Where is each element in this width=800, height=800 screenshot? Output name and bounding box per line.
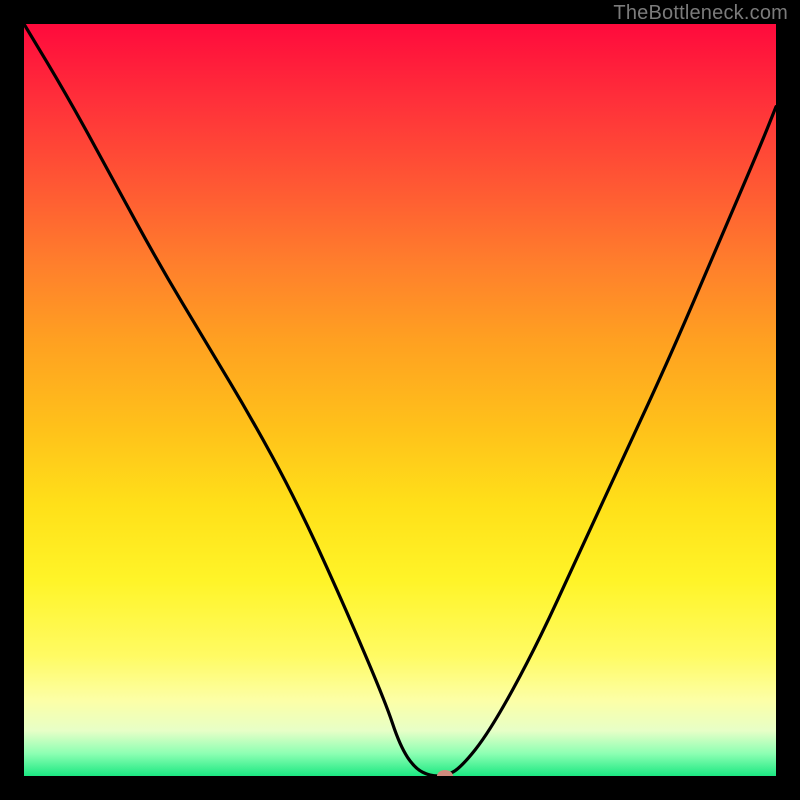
bottleneck-curve [24, 24, 776, 776]
plot-area [24, 24, 776, 776]
bottleneck-marker [437, 770, 453, 776]
watermark-text: TheBottleneck.com [613, 2, 788, 25]
chart-frame: TheBottleneck.com [0, 0, 800, 800]
